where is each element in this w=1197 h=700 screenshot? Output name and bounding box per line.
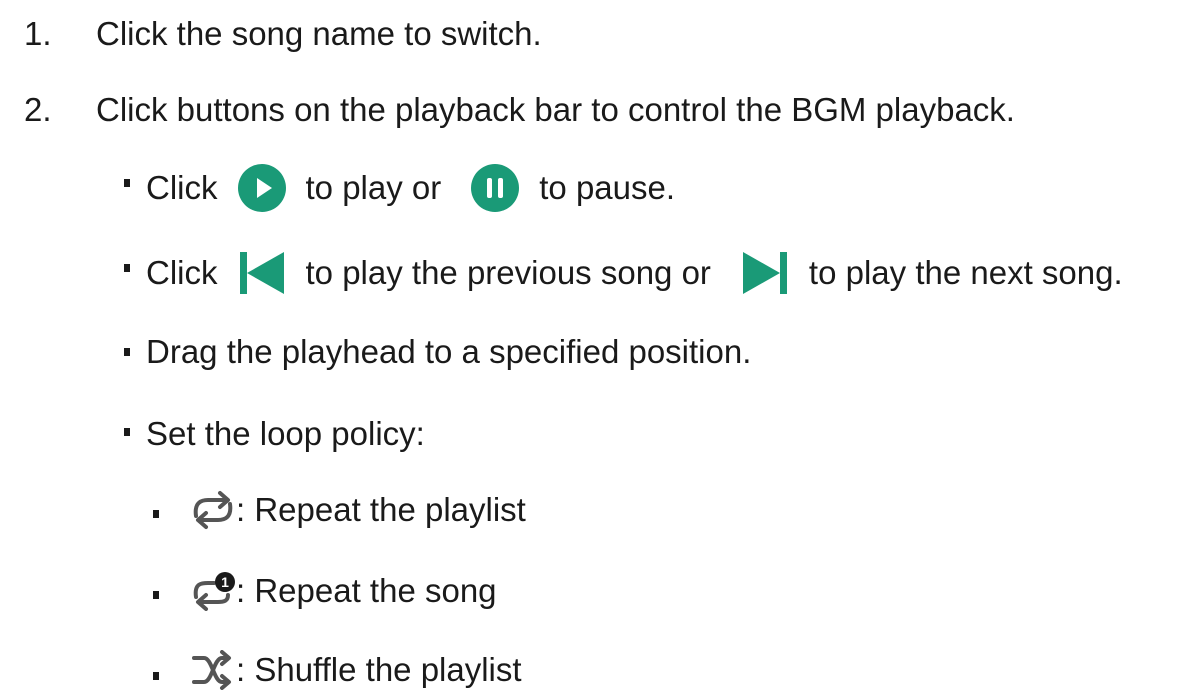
loop-policy-heading: Set the loop policy: <box>146 404 425 464</box>
bullet <box>153 510 159 518</box>
pause-icon <box>471 164 520 212</box>
play-icon <box>237 164 286 212</box>
repeat-one-badge: 1 <box>221 574 229 590</box>
bullet <box>153 591 159 599</box>
pause-text: to pause. <box>539 169 676 206</box>
bullet <box>124 348 130 356</box>
loop-label: : Shuffle the playlist <box>236 651 522 688</box>
repeat-one-icon: 1 <box>193 572 235 611</box>
next-track-icon <box>742 252 787 294</box>
step-number: 1. <box>24 15 52 52</box>
bullet <box>124 264 130 272</box>
play-pause-item: Click to play or to pause. <box>146 158 675 218</box>
loop-shuffle-item: : Shuffle the playlist <box>190 640 522 700</box>
previous-track-icon <box>239 252 284 294</box>
previous-text: to play the previous song or <box>305 254 711 291</box>
shuffle-icon <box>192 650 231 690</box>
loop-heading-text: Set the loop policy: <box>146 415 425 452</box>
loop-label: : Repeat the playlist <box>236 491 526 528</box>
step-text: Click the song name to switch. <box>96 15 542 52</box>
page: { "steps": [ { "number": "1.", "text": "… <box>0 0 1197 693</box>
drag-text: Drag the playhead to a specified positio… <box>146 333 752 370</box>
bullet <box>124 179 130 187</box>
bullet <box>124 428 130 436</box>
loop-repeat-song-item: 1 : Repeat the song <box>190 561 497 621</box>
click-label: Click <box>146 254 218 291</box>
play-text: to play or <box>305 169 442 206</box>
drag-item: Drag the playhead to a specified positio… <box>146 322 751 382</box>
next-text: to play the next song. <box>808 254 1123 291</box>
loop-repeat-playlist-item: : Repeat the playlist <box>190 480 526 540</box>
loop-label: : Repeat the song <box>236 572 497 609</box>
click-label: Click <box>146 169 218 206</box>
step-text: Click buttons on the playback bar to con… <box>96 91 1015 128</box>
bullet <box>153 672 159 680</box>
repeat-icon <box>193 491 233 529</box>
step-number: 2. <box>24 91 52 128</box>
prev-next-item: Click to play the previous song or to pl… <box>146 243 1123 303</box>
